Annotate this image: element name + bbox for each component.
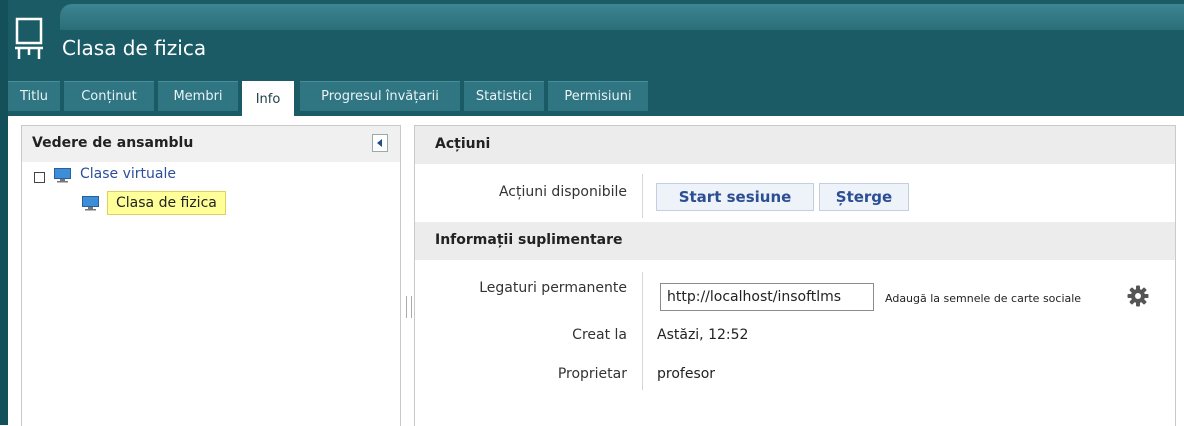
tab-titlu[interactable]: Titlu [8,81,60,111]
tree-expand-toggle[interactable] [34,172,45,183]
collapse-left-icon [377,139,382,147]
overview-panel-title: Vedere de ansamblu [32,135,194,151]
start-session-button[interactable]: Start sesiune [656,183,814,211]
permalink-label: Legaturi permanente [479,280,627,296]
info-section-header: Informații suplimentare [415,222,1175,260]
tab-membri[interactable]: Membri [158,81,238,111]
tab-info[interactable]: Info [242,81,294,116]
tab-permisiuni[interactable]: Permisiuni [548,81,648,111]
whiteboard-icon [15,17,43,59]
tree-node-clase-virtuale: Clase virtuale [34,166,334,186]
app-header: Clasa de fizica Titlu Conținut Membri In… [0,0,1184,116]
permalink-field[interactable] [660,283,874,311]
overview-panel-header: Vedere de ansamblu [22,126,400,162]
tab-statistici[interactable]: Statistici [464,81,544,111]
header-top-strip [60,4,1184,30]
created-value: Astăzi, 12:52 [657,327,749,343]
collapse-panel-button[interactable] [372,134,388,152]
owner-label: Proprietar [557,366,627,382]
created-label: Creat la [572,327,627,343]
gear-icon[interactable] [1127,285,1149,307]
tree-link-clase-virtuale[interactable]: Clase virtuale [80,166,176,182]
monitor-icon [82,196,99,211]
left-edge-bar [0,0,8,425]
overview-panel: Vedere de ansamblu Clase virtuale [21,125,401,426]
tree-item-clasa-de-fizica[interactable]: Clasa de fizica [107,191,226,215]
monitor-icon [54,168,71,183]
owner-value: profesor [657,366,716,382]
social-bookmark-link[interactable]: Adaugă la semnele de carte sociale [885,292,1081,305]
divider [642,272,643,390]
tab-continut[interactable]: Conținut [64,81,154,111]
divider [642,174,643,218]
info-section-title: Informații suplimentare [435,232,623,248]
info-panel: Acțiuni Acțiuni disponibile Start sesiun… [414,125,1176,426]
delete-button[interactable]: Șterge [819,183,909,211]
actions-section-title: Acțiuni [435,136,491,152]
actions-available-label: Acțiuni disponibile [498,184,627,200]
panel-splitter[interactable] [406,296,412,318]
page-title: Clasa de fizica [62,36,207,60]
tab-progresul-invatarii[interactable]: Progresul învățarii [300,81,460,111]
actions-section-header: Acțiuni [415,126,1175,164]
